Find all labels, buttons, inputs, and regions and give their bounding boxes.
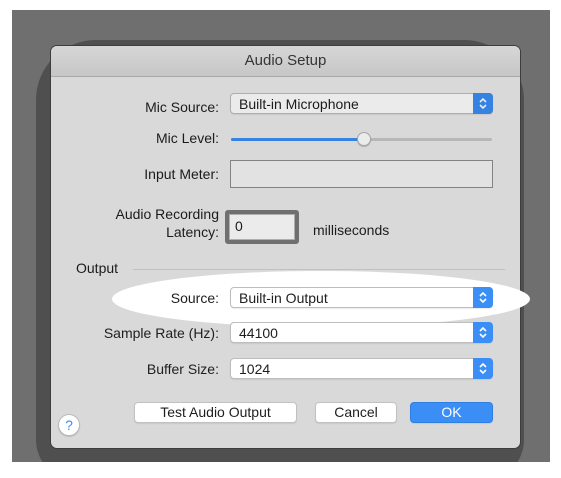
sample-rate-popup[interactable]: 44100 <box>230 322 493 343</box>
source-value: Built-in Output <box>239 290 328 306</box>
latency-label-line1: Audio Recording <box>115 206 219 222</box>
latency-input[interactable]: 0 <box>229 214 295 240</box>
mic-source-popup[interactable]: Built-in Microphone <box>230 93 493 114</box>
chevron-up-down-icon <box>473 358 493 379</box>
dialog-title: Audio Setup <box>51 46 520 77</box>
buffer-size-popup[interactable]: 1024 <box>230 358 493 379</box>
mic-source-value: Built-in Microphone <box>239 96 359 112</box>
mic-level-knob[interactable] <box>357 132 372 146</box>
mic-level-fill <box>231 138 365 141</box>
mic-level-label: Mic Level: <box>155 130 219 146</box>
question-mark-icon: ? <box>65 417 73 433</box>
latency-unit: milliseconds <box>313 222 390 238</box>
chevron-up-down-icon <box>473 287 493 308</box>
help-button[interactable]: ? <box>58 414 80 436</box>
bottom-strip <box>12 462 550 478</box>
output-divider <box>133 269 505 270</box>
output-heading: Output <box>76 260 119 276</box>
sample-rate-value: 44100 <box>239 325 278 341</box>
screen: Audio Setup Mic Source: Built-in Microph… <box>0 0 561 478</box>
ok-button[interactable]: OK <box>410 402 493 423</box>
input-meter-label: Input Meter: <box>144 166 219 182</box>
sample-rate-label: Sample Rate (Hz): <box>103 325 219 341</box>
buffer-size-value: 1024 <box>239 361 271 377</box>
latency-label-line2: Latency: <box>166 224 219 240</box>
mic-source-label: Mic Source: <box>145 99 219 115</box>
chevron-up-down-icon <box>473 93 493 114</box>
cancel-button[interactable]: Cancel <box>315 402 397 423</box>
input-meter <box>230 160 493 188</box>
buffer-size-label: Buffer Size: <box>146 361 219 377</box>
test-audio-output-button[interactable]: Test Audio Output <box>134 402 297 423</box>
audio-setup-dialog: Audio Setup Mic Source: Built-in Microph… <box>51 46 520 448</box>
chevron-up-down-icon <box>473 322 493 343</box>
source-popup[interactable]: Built-in Output <box>230 287 493 308</box>
source-label: Source: <box>170 290 219 306</box>
